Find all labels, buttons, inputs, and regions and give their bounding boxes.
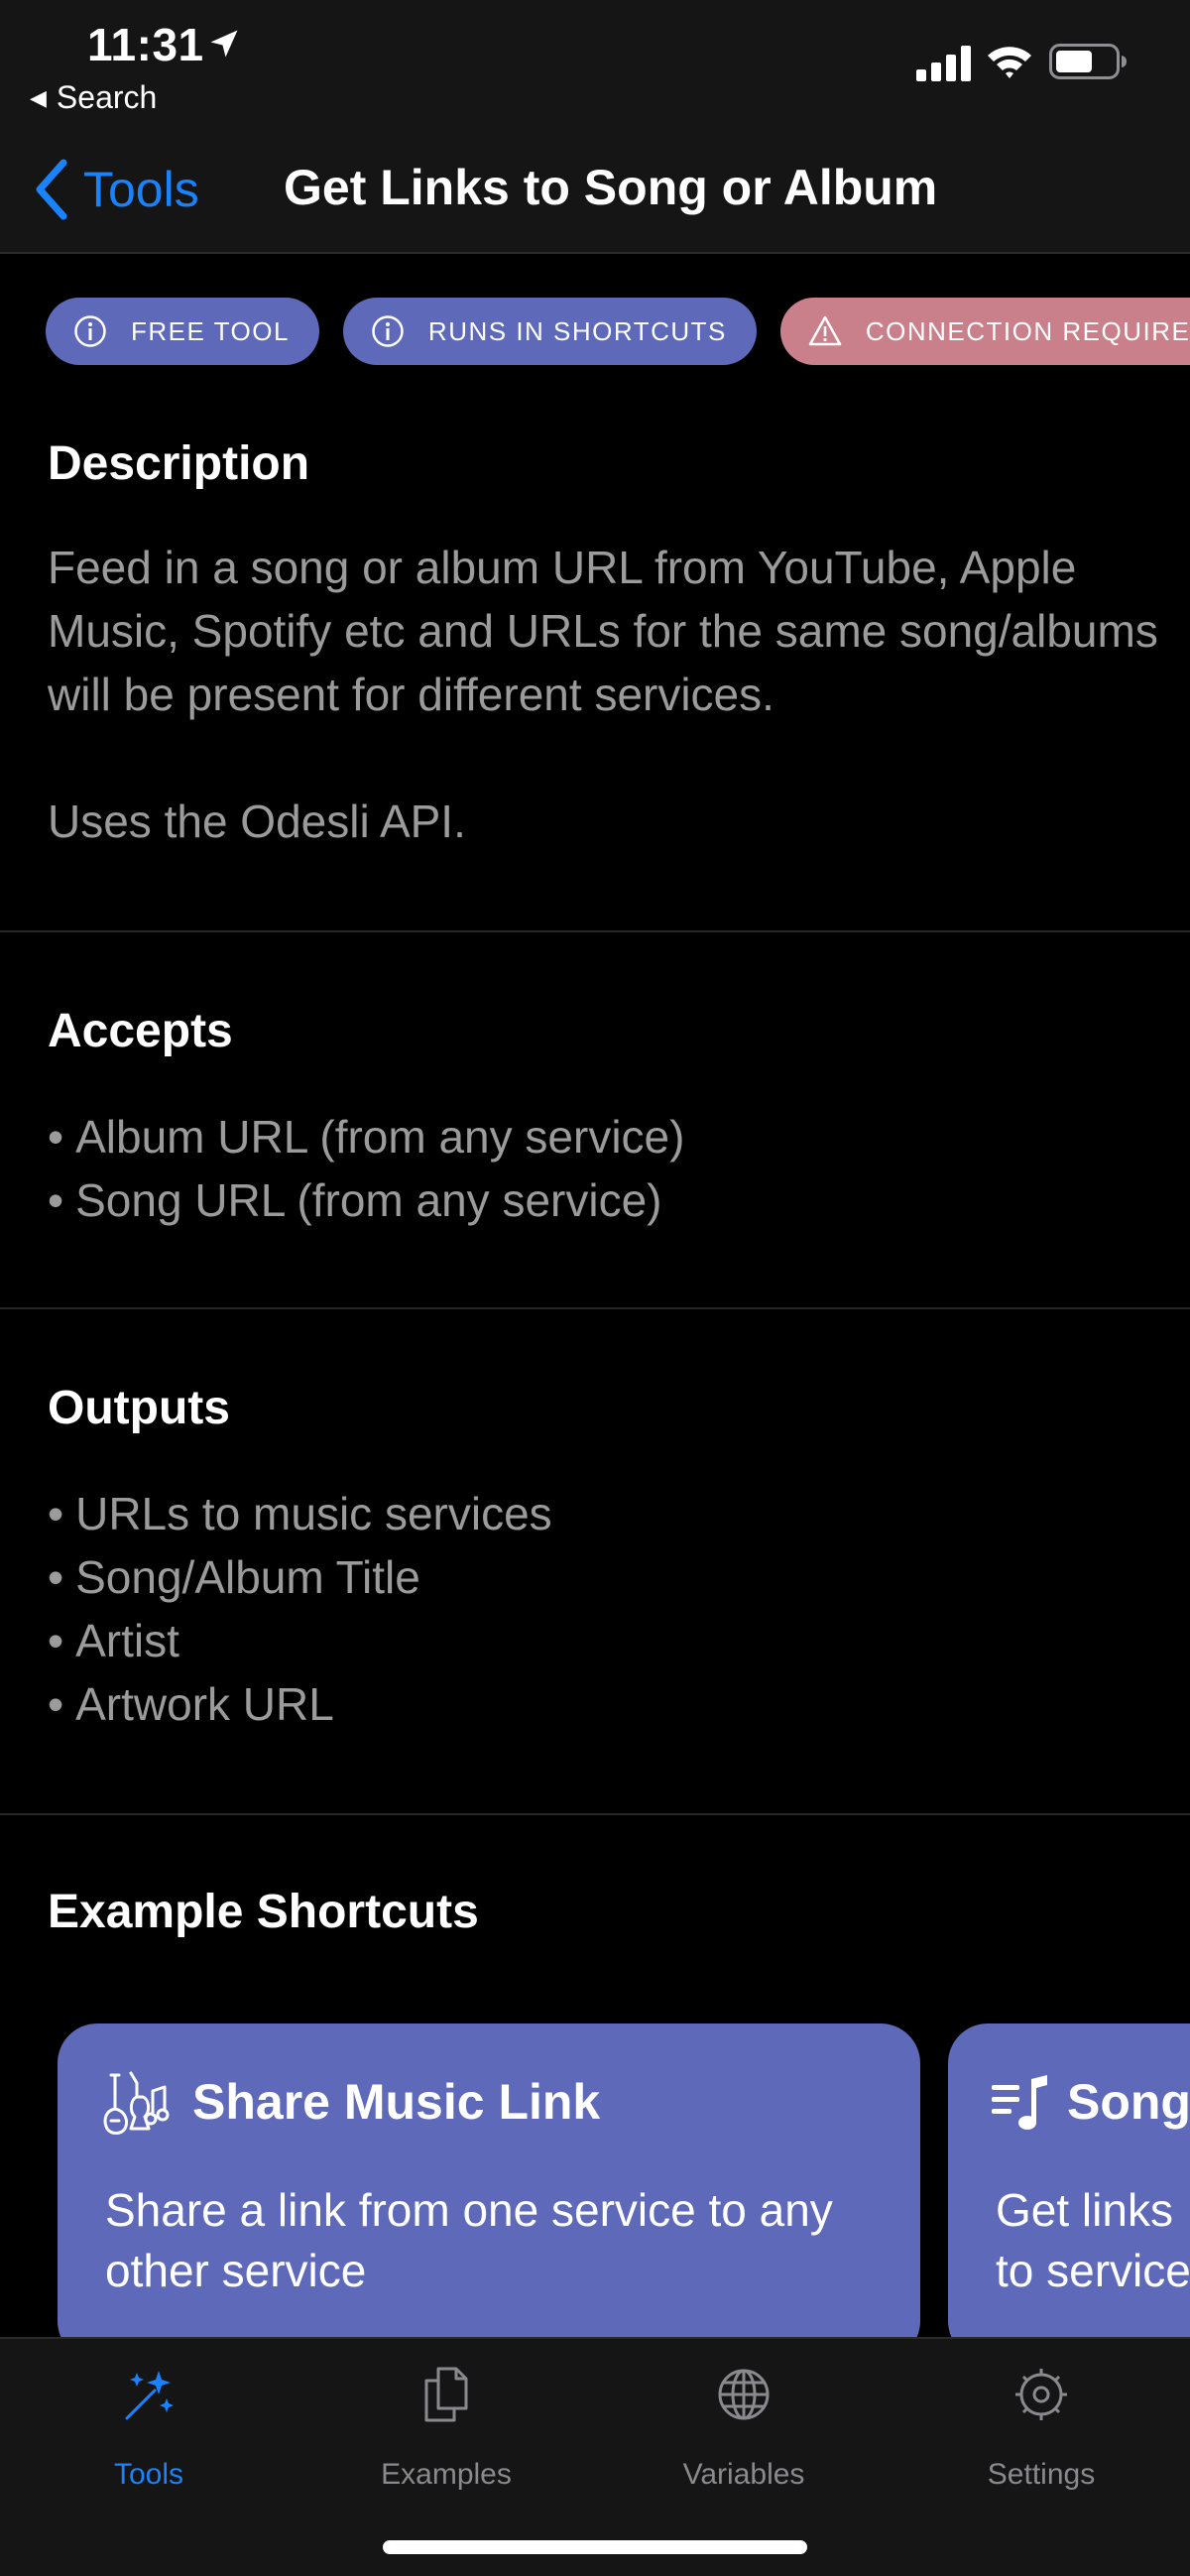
card-title: Share Music Link: [192, 2074, 601, 2130]
music-list-icon: [992, 2075, 1047, 2130]
home-indicator[interactable]: [383, 2540, 807, 2554]
navigation-bar: Tools Get Links to Song or Album: [0, 129, 1190, 254]
back-to-app-button[interactable]: ◀ Search: [30, 79, 157, 116]
list-item: Album URL (from any service): [48, 1105, 1158, 1168]
card-title: Song: [1067, 2074, 1190, 2130]
sparkles-icon: [125, 2371, 174, 2420]
accepts-section: Accepts Album URL (from any service) Son…: [0, 932, 1190, 1309]
list-item: Artist: [48, 1609, 1158, 1672]
back-button[interactable]: Tools: [34, 155, 199, 224]
music-instruments-icon: [103, 2071, 170, 2135]
section-title: Outputs: [48, 1382, 230, 1434]
gear-icon: [1015, 2369, 1067, 2420]
status-time: 11:31: [87, 19, 204, 70]
tab-label: Variables: [682, 2458, 805, 2491]
wifi-icon: [988, 47, 1031, 78]
tab-label: Settings: [987, 2458, 1096, 2491]
accepts-list: Album URL (from any service) Song URL (f…: [48, 1105, 1158, 1232]
documents-icon: [424, 2367, 468, 2422]
outputs-list: URLs to music services Song/Album Title …: [48, 1482, 1158, 1736]
badge-free-tool: FREE TOOL: [46, 298, 319, 365]
tab-settings[interactable]: Settings: [892, 2339, 1190, 2498]
info-icon: [372, 315, 404, 347]
status-bar: 11:31 ◀ Search: [0, 0, 1190, 129]
list-item: Song URL (from any service): [48, 1168, 1158, 1232]
badge-connection-required: CONNECTION REQUIRED: [779, 298, 1190, 365]
globe-icon: [718, 2369, 770, 2420]
badge-label: CONNECTION REQUIRED: [865, 315, 1190, 346]
back-button-label: Tools: [83, 162, 199, 217]
list-item: URLs to music services: [48, 1482, 1158, 1545]
description-paragraph: Feed in a song or album URL from YouTube…: [48, 542, 1158, 720]
badge-runs-in-shortcuts: RUNS IN SHORTCUTS: [342, 298, 757, 365]
list-item: Song/Album Title: [48, 1545, 1158, 1609]
battery-icon: [1049, 44, 1127, 79]
tab-label: Tools: [113, 2458, 184, 2491]
description-text: Feed in a song or album URL from YouTube…: [48, 536, 1158, 853]
tab-label: Examples: [381, 2458, 512, 2491]
description-section: Description Feed in a song or album URL …: [0, 397, 1190, 932]
section-title: Example Shortcuts: [48, 1886, 479, 1938]
card-description: Get links to service: [996, 2184, 1190, 2296]
example-card-share-music-link[interactable]: Share Music Link Share a link from one s…: [58, 2024, 920, 2341]
tab-examples[interactable]: Examples: [298, 2339, 595, 2498]
badge-row: FREE TOOL RUNS IN SHORTCUTS CONNECTION R…: [46, 298, 1190, 365]
example-shortcuts-carousel[interactable]: Share Music Link Share a link from one s…: [0, 2024, 1190, 2341]
card-description: Share a link from one service to any oth…: [105, 2184, 833, 2296]
badge-label: FREE TOOL: [131, 315, 290, 346]
cellular-signal-icon: [916, 46, 971, 81]
description-paragraph: Uses the Odesli API.: [48, 796, 466, 847]
list-item: Artwork URL: [48, 1672, 1158, 1736]
example-card-song[interactable]: Song Get links to service: [948, 2024, 1190, 2341]
tab-variables[interactable]: Variables: [595, 2339, 892, 2498]
location-arrow-icon: [210, 30, 238, 58]
chevron-left-icon: [36, 159, 67, 220]
info-icon: [74, 315, 106, 347]
section-title: Description: [48, 437, 310, 490]
section-title: Accepts: [48, 1005, 233, 1057]
badge-label: RUNS IN SHORTCUTS: [427, 315, 727, 346]
back-app-label: Search: [56, 79, 158, 115]
outputs-section: Outputs URLs to music services Song/Albu…: [0, 1309, 1190, 1815]
page-title: Get Links to Song or Album: [284, 160, 938, 215]
tab-tools[interactable]: Tools: [0, 2339, 298, 2498]
back-triangle-icon: ◀: [30, 85, 47, 110]
warning-icon: [808, 315, 842, 346]
